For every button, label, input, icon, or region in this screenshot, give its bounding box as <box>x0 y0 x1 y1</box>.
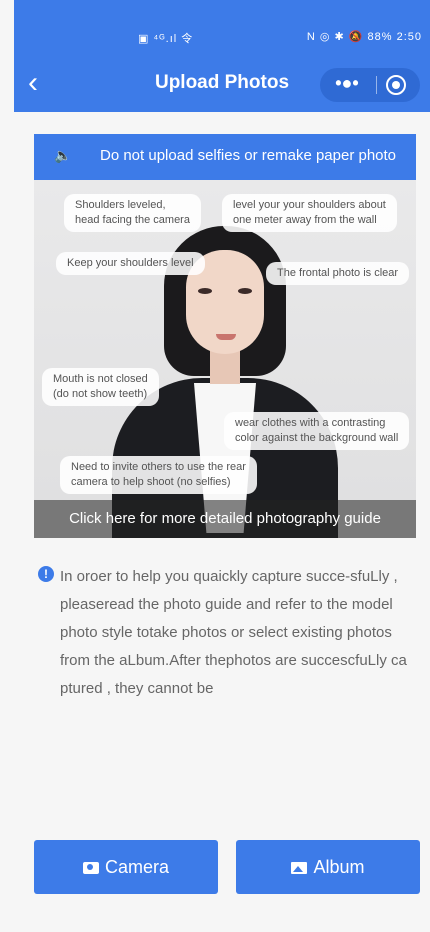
model-right-eye <box>238 288 252 294</box>
upload-photos-screen: ▣ ⁴ᴳ.ıl 令 N ◎ ✱ 🔕 88% 2:50 ‹ Upload Phot… <box>0 0 430 932</box>
album-button[interactable]: Album <box>236 840 420 894</box>
status-left-icons: ▣ ⁴ᴳ.ıl 令 <box>138 33 194 45</box>
status-right-icons: N ◎ ✱ 🔕 88% <box>306 31 393 43</box>
instructions: ! In oroer to help you quaickly capture … <box>38 563 410 703</box>
capsule-divider <box>376 76 377 94</box>
nav-bar: ‹ Upload Photos •●• <box>14 66 430 106</box>
image-icon <box>291 862 308 874</box>
photo-guide-image[interactable]: Shoulders leveled, head facing the camer… <box>34 180 416 538</box>
tip-bubble: Need to invite others to use the rear ca… <box>60 456 257 494</box>
instructions-text: In oroer to help you quaickly capture su… <box>60 568 407 697</box>
status-right: N ◎ ✱ 🔕 88% 2:50 <box>307 30 422 43</box>
camera-button-label: Camera <box>104 857 170 877</box>
model-left-eye <box>198 288 212 294</box>
camera-icon <box>82 862 99 874</box>
tip-bubble: The frontal photo is clear <box>266 262 410 285</box>
model-mouth <box>216 334 236 340</box>
tip-bubble: Mouth is not closed (do not show teeth) <box>42 368 159 406</box>
status-time: 2:50 <box>396 31 422 43</box>
tip-bubble: level your your shoulders about one mete… <box>222 194 397 232</box>
camera-button[interactable]: Camera <box>34 840 218 894</box>
more-icon[interactable]: •●• <box>320 68 374 102</box>
album-button-label: Album <box>313 857 365 877</box>
header: ▣ ⁴ᴳ.ıl 令 N ◎ ✱ 🔕 88% 2:50 ‹ Upload Phot… <box>14 0 430 112</box>
notice-banner: 🔈 Do not upload selfies or remake paper … <box>34 134 416 180</box>
tip-bubble: wear clothes with a contrasting color ag… <box>224 412 410 450</box>
photography-guide-link[interactable]: Click here for more detailed photography… <box>34 500 416 538</box>
tip-bubble: Shoulders leveled, head facing the camer… <box>64 194 201 232</box>
tip-bubble: Keep your shoulders level <box>56 252 205 275</box>
status-bar: ▣ ⁴ᴳ.ıl 令 N ◎ ✱ 🔕 88% 2:50 <box>14 0 430 50</box>
info-icon: ! <box>38 566 54 582</box>
notice-text: Do not upload selfies or remake paper ph… <box>100 147 397 164</box>
close-target-icon[interactable] <box>386 75 406 95</box>
menu-capsule: •●• <box>320 68 420 102</box>
speaker-icon: 🔈 <box>54 147 72 163</box>
